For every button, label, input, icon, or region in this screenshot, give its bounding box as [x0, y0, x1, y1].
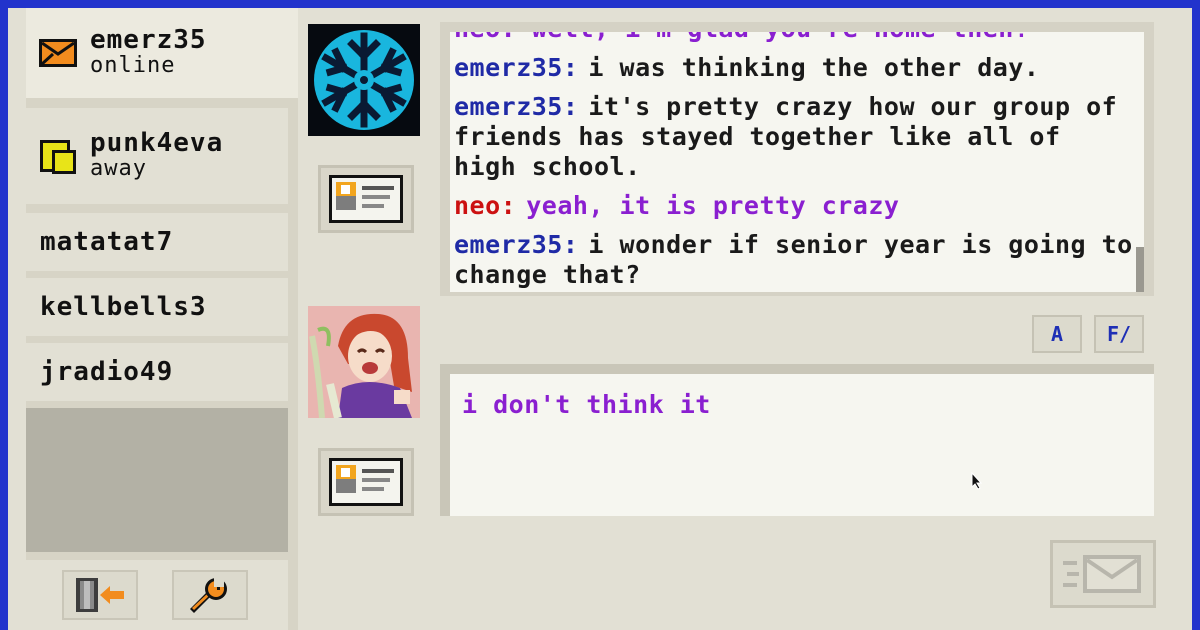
contact-status: online — [90, 53, 176, 78]
contact-name: punk4eva — [90, 128, 224, 158]
chat-log-scrollbar[interactable] — [1136, 247, 1144, 292]
text-color-icon: A — [1050, 322, 1064, 346]
sign-out-door-icon — [76, 578, 124, 612]
message-sender: emerz35: — [454, 53, 579, 82]
envelope-icon — [39, 39, 77, 67]
wrench-settings-icon — [190, 577, 227, 613]
contact-name: emerz35 — [90, 25, 207, 55]
chat-log-frame: neo: well, i'm glad you're home then! em… — [440, 22, 1154, 296]
message-text: i was thinking the other day. — [588, 53, 1040, 82]
partial-message: neo: well, i'm glad you're home then! — [454, 32, 1134, 44]
sticky-note-icon — [40, 140, 76, 174]
message-input-frame: i don't think it — [440, 364, 1154, 516]
contact-punk4eva[interactable]: punk4eva away — [26, 108, 288, 204]
contact-sidebar: emerz35 online punk4eva away matatat7 ke… — [26, 8, 298, 630]
contact-matatat7[interactable]: matatat7 — [26, 213, 288, 271]
chat-message: emerz35: i was thinking the other day. — [454, 53, 1134, 83]
font-button[interactable]: F/ — [1094, 315, 1144, 353]
message-sender: emerz35: — [454, 230, 579, 259]
send-button[interactable] — [1050, 540, 1156, 608]
contact-name: kellbells3 — [40, 292, 207, 322]
settings-button[interactable] — [172, 570, 248, 620]
contact-name: matatat7 — [40, 227, 174, 257]
message-input-value: i don't think it — [462, 390, 711, 419]
contact-status: away — [90, 156, 147, 181]
user-avatar-anime-girl — [308, 306, 420, 419]
buddy-profile-button[interactable] — [318, 165, 414, 233]
chat-message: neo: yeah, it is pretty crazy — [454, 191, 1134, 221]
font-icon: F/ — [1106, 322, 1132, 346]
chat-window: emerz35 online punk4eva away matatat7 ke… — [8, 8, 1192, 630]
contact-name: jradio49 — [40, 357, 174, 387]
chat-message: emerz35: it's pretty crazy how our group … — [454, 92, 1134, 182]
buddy-avatar-snowflake — [308, 24, 420, 136]
user-profile-button[interactable] — [318, 448, 414, 516]
snowflake-icon — [314, 30, 414, 130]
chat-message: emerz35: i wonder if senior year is going… — [454, 230, 1134, 290]
message-input[interactable]: i don't think it — [450, 374, 1154, 516]
contact-jradio49[interactable]: jradio49 — [26, 343, 288, 401]
sign-out-button[interactable] — [62, 570, 138, 620]
chat-log[interactable]: neo: well, i'm glad you're home then! em… — [450, 32, 1144, 292]
profile-card-icon — [329, 458, 403, 506]
anime-girl-icon — [308, 306, 420, 419]
message-text: yeah, it is pretty crazy — [526, 191, 900, 220]
mouse-cursor-icon — [971, 472, 983, 490]
message-text: neo: well, i'm glad you're home then! — [454, 32, 1029, 43]
message-sender: emerz35: — [454, 92, 579, 121]
contact-kellbells3[interactable]: kellbells3 — [26, 278, 288, 336]
send-envelope-icon — [1063, 555, 1141, 593]
message-sender: neo: — [454, 191, 517, 220]
empty-contact-slot — [26, 408, 288, 552]
profile-card-icon — [329, 175, 403, 223]
sidebar-toolbar — [26, 560, 288, 630]
contact-emerz35[interactable]: emerz35 online — [26, 8, 298, 98]
text-color-button[interactable]: A — [1032, 315, 1082, 353]
